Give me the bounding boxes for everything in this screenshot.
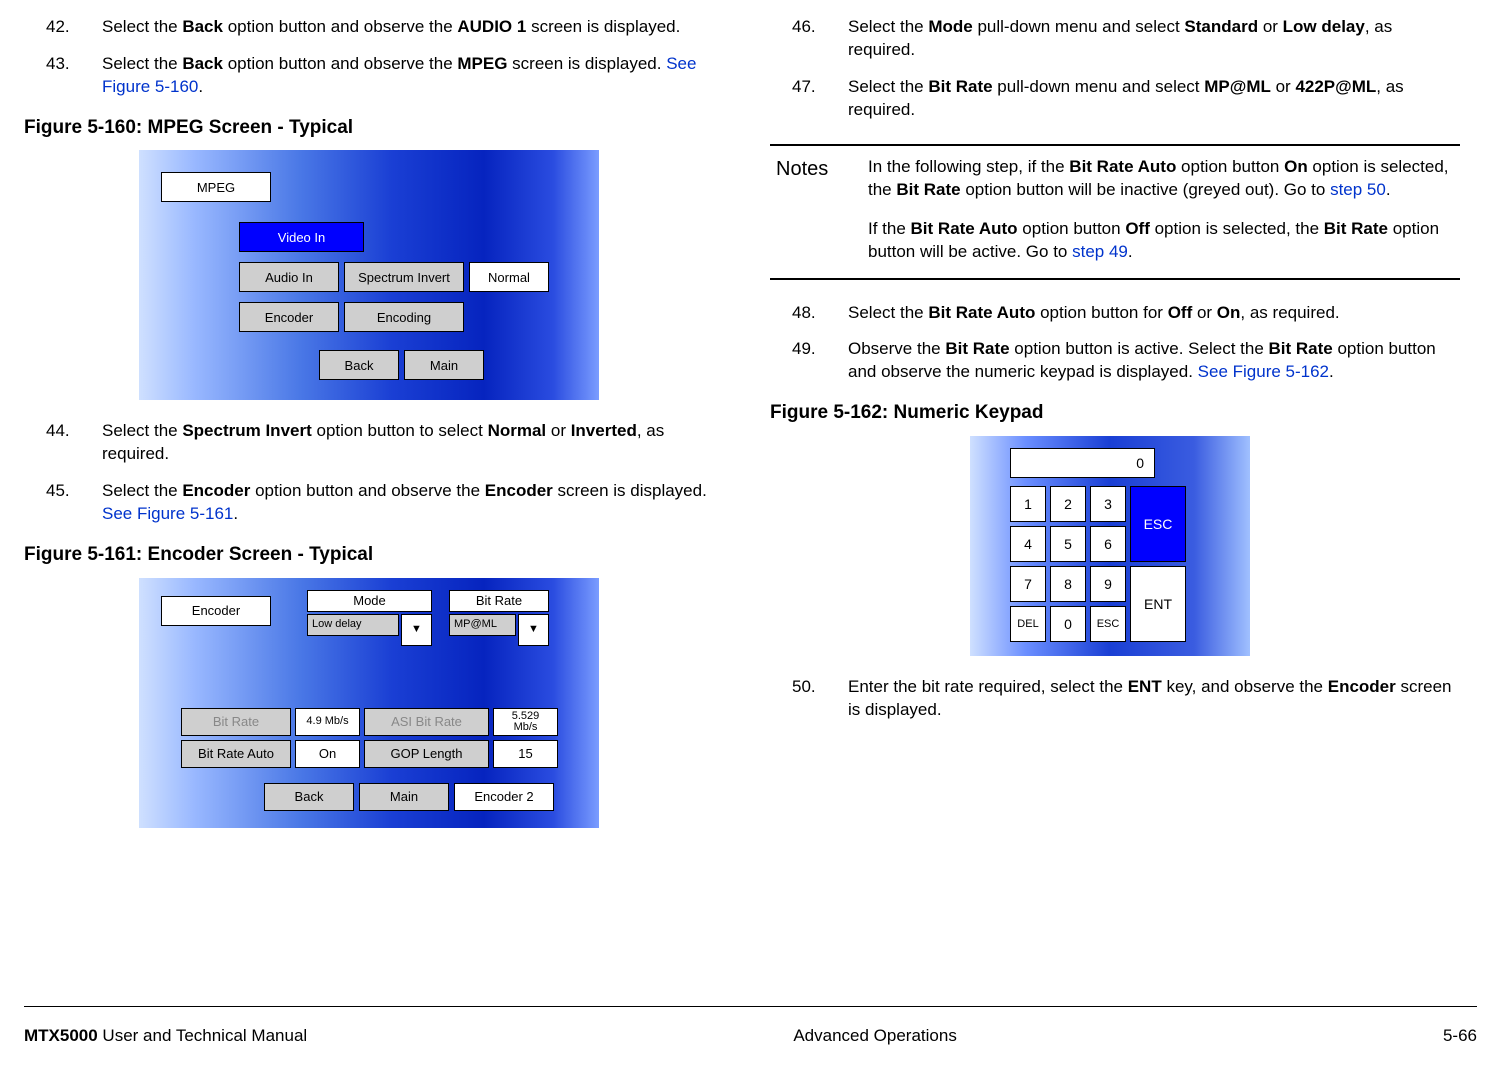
keypad-display: 0 — [1010, 448, 1155, 478]
keypad-0[interactable]: 0 — [1050, 606, 1086, 642]
keypad-4[interactable]: 4 — [1010, 526, 1046, 562]
asi-bit-rate-button-disabled: ASI Bit Rate — [364, 708, 489, 736]
keypad-6[interactable]: 6 — [1090, 526, 1126, 562]
see-figure-link[interactable]: See Figure 5-162 — [1198, 362, 1329, 381]
encoder-title-chip: Encoder — [161, 596, 271, 626]
bit-rate-button-disabled: Bit Rate — [181, 708, 291, 736]
bitrate-profile-dropdown-arrow[interactable]: ▼ — [518, 614, 549, 646]
step-body: Observe the Bit Rate option button is ac… — [848, 338, 1460, 384]
steps-46-47: 46. Select the Mode pull-down menu and s… — [770, 16, 1460, 122]
gop-length-button[interactable]: GOP Length — [364, 740, 489, 768]
notes-body: In the following step, if the Bit Rate A… — [868, 156, 1460, 264]
steps-50: 50. Enter the bit rate required, select … — [770, 676, 1460, 722]
keypad-esc-large[interactable]: ESC — [1130, 486, 1186, 562]
step-body: Select the Spectrum Invert option button… — [102, 420, 714, 466]
step-number: 47. — [770, 76, 848, 122]
audio-in-button[interactable]: Audio In — [239, 262, 339, 292]
steps-48-49: 48. Select the Bit Rate Auto option butt… — [770, 302, 1460, 385]
notes-label: Notes — [770, 156, 848, 264]
keypad-5[interactable]: 5 — [1050, 526, 1086, 562]
footer-page-number: 5-66 — [1443, 1025, 1477, 1048]
steps-42-43: 42. Select the Back option button and ob… — [24, 16, 714, 99]
step-50: 50. Enter the bit rate required, select … — [770, 676, 1460, 722]
encoder-2-button[interactable]: Encoder 2 — [454, 783, 554, 811]
video-in-button[interactable]: Video In — [239, 222, 364, 252]
encoding-button[interactable]: Encoding — [344, 302, 464, 332]
step-44: 44. Select the Spectrum Invert option bu… — [24, 420, 714, 466]
right-column: 46. Select the Mode pull-down menu and s… — [770, 16, 1460, 996]
encoder-button[interactable]: Encoder — [239, 302, 339, 332]
figure-5-160-caption: Figure 5-160: MPEG Screen - Typical — [24, 115, 714, 141]
step-number: 49. — [770, 338, 848, 384]
left-column: 42. Select the Back option button and ob… — [24, 16, 714, 996]
asi-bit-rate-value: 5.529 Mb/s — [493, 708, 558, 736]
step-45: 45. Select the Encoder option button and… — [24, 480, 714, 526]
step-50-link[interactable]: step 50 — [1330, 180, 1386, 199]
step-49-link[interactable]: step 49 — [1072, 242, 1128, 261]
keypad-2[interactable]: 2 — [1050, 486, 1086, 522]
step-body: Select the Bit Rate pull-down menu and s… — [848, 76, 1460, 122]
notes-block: Notes In the following step, if the Bit … — [770, 144, 1460, 280]
keypad-ent[interactable]: ENT — [1130, 566, 1186, 642]
step-body: Select the Encoder option button and obs… — [102, 480, 714, 526]
footer-left: MTX5000 User and Technical Manual — [24, 1025, 307, 1048]
mpeg-title-chip: MPEG — [161, 172, 271, 202]
step-42: 42. Select the Back option button and ob… — [24, 16, 714, 39]
step-body: Enter the bit rate required, select the … — [848, 676, 1460, 722]
bit-rate-auto-button[interactable]: Bit Rate Auto — [181, 740, 291, 768]
step-body: Select the Mode pull-down menu and selec… — [848, 16, 1460, 62]
back-button[interactable]: Back — [264, 783, 354, 811]
step-body: Select the Back option button and observ… — [102, 53, 714, 99]
step-49: 49. Observe the Bit Rate option button i… — [770, 338, 1460, 384]
mode-dropdown-arrow[interactable]: ▼ — [401, 614, 432, 646]
keypad-1[interactable]: 1 — [1010, 486, 1046, 522]
keypad-esc-small[interactable]: ESC — [1090, 606, 1126, 642]
step-number: 50. — [770, 676, 848, 722]
figure-5-162-caption: Figure 5-162: Numeric Keypad — [770, 400, 1460, 426]
mode-label: Mode — [307, 590, 432, 612]
mode-value: Low delay — [307, 614, 399, 636]
step-number: 44. — [24, 420, 102, 466]
back-button[interactable]: Back — [319, 350, 399, 380]
step-43: 43. Select the Back option button and ob… — [24, 53, 714, 99]
step-number: 46. — [770, 16, 848, 62]
step-body: Select the Back option button and observ… — [102, 16, 714, 39]
gop-length-value: 15 — [493, 740, 558, 768]
figure-5-161-encoder-screen: Encoder Mode Bit Rate Low delay ▼ MP@ML … — [139, 578, 599, 828]
spectrum-invert-value: Normal — [469, 262, 549, 292]
page-footer: MTX5000 User and Technical Manual Advanc… — [24, 1006, 1477, 1048]
keypad-del[interactable]: DEL — [1010, 606, 1046, 642]
bit-rate-profile-label: Bit Rate — [449, 590, 549, 612]
bitrate-profile-value: MP@ML — [449, 614, 516, 636]
steps-44-45: 44. Select the Spectrum Invert option bu… — [24, 420, 714, 526]
step-number: 45. — [24, 480, 102, 526]
main-button[interactable]: Main — [359, 783, 449, 811]
step-body: Select the Bit Rate Auto option button f… — [848, 302, 1460, 325]
keypad-8[interactable]: 8 — [1050, 566, 1086, 602]
bit-rate-value: 4.9 Mb/s — [295, 708, 360, 736]
spectrum-invert-button[interactable]: Spectrum Invert — [344, 262, 464, 292]
step-number: 48. — [770, 302, 848, 325]
figure-5-161-caption: Figure 5-161: Encoder Screen - Typical — [24, 542, 714, 568]
step-46: 46. Select the Mode pull-down menu and s… — [770, 16, 1460, 62]
keypad-3[interactable]: 3 — [1090, 486, 1126, 522]
bit-rate-auto-value: On — [295, 740, 360, 768]
step-number: 42. — [24, 16, 102, 39]
step-47: 47. Select the Bit Rate pull-down menu a… — [770, 76, 1460, 122]
keypad-7[interactable]: 7 — [1010, 566, 1046, 602]
figure-5-162-numeric-keypad: 0 1 2 3 4 5 6 ESC 7 8 9 ENT DEL 0 ESC — [970, 436, 1250, 656]
footer-center: Advanced Operations — [793, 1025, 957, 1048]
see-figure-link[interactable]: See Figure 5-161 — [102, 504, 233, 523]
step-48: 48. Select the Bit Rate Auto option butt… — [770, 302, 1460, 325]
keypad-9[interactable]: 9 — [1090, 566, 1126, 602]
figure-5-160-mpeg-screen: MPEG Video In Audio In Spectrum Invert N… — [139, 150, 599, 400]
step-number: 43. — [24, 53, 102, 99]
main-button[interactable]: Main — [404, 350, 484, 380]
